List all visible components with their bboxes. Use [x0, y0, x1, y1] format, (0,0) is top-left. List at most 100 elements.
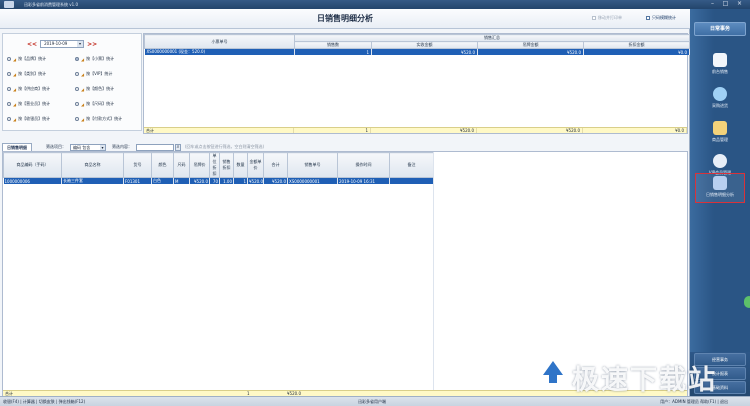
stat-option[interactable]: ◢ 按【尺码】统计	[75, 101, 143, 107]
filter-hint: (回车或点击按钮进行筛选，空白则清空筛选)	[185, 144, 265, 149]
stat-option[interactable]: ◢ 按【小票】统计	[75, 56, 143, 62]
summary-grid[interactable]: 小票单号 销售汇总 销售数 实收金额 吊牌金额 折扣金额 XS000000000…	[143, 33, 690, 134]
radio-icon[interactable]	[75, 72, 79, 76]
detail-col-header[interactable]: 单位折扣	[209, 152, 220, 178]
radio-icon[interactable]	[7, 57, 11, 61]
statusbar-shortcuts[interactable]: 收银(F4) | 计算器 | 切换皮肤 | 弹出钱箱(F12)	[3, 397, 85, 406]
stat-option-label: 按【颜色】统计	[86, 86, 115, 91]
summary-group-header: 销售汇总	[294, 34, 690, 42]
statusbar-user[interactable]: 用户：ADMIN 管理员 帮助(F1) | 退出	[660, 397, 728, 406]
export-checkbox[interactable]	[646, 16, 650, 20]
detail-col-header[interactable]: 尺码	[173, 152, 190, 178]
sidebar-item-pos-sales[interactable]: 前台销售	[697, 53, 743, 79]
minimize-icon[interactable]: –	[708, 1, 717, 7]
summary-qty-cell: 1	[294, 48, 372, 55]
stat-option[interactable]: ◢ 按【营业员】统计	[7, 101, 75, 107]
window-title: 迅彩多省前消费管理系统 v1.0	[24, 2, 78, 7]
sidebar-toggle-icon[interactable]	[744, 296, 750, 308]
next-day-button[interactable]: >>	[87, 41, 97, 48]
detail-unit-price-cell: ¥520.0	[247, 177, 264, 184]
filter-item-label: 筛选项目：	[46, 144, 66, 149]
radio-icon[interactable]	[75, 87, 79, 91]
stat-option-label: 按【供应商】统计	[18, 86, 51, 91]
summary-col-header[interactable]: 吊牌金额	[477, 41, 584, 49]
sidebar-item-products[interactable]: 商品管理	[697, 121, 743, 147]
grid-border	[433, 152, 434, 396]
detail-col-header[interactable]: 销售单号	[287, 152, 338, 178]
stat-option[interactable]: ◢ 按【付款方式】统计	[75, 116, 143, 122]
export-label: 只码模糊统计	[652, 15, 676, 20]
date-input[interactable]: 2019-10-09 ▾	[40, 40, 85, 48]
detail-col-header[interactable]: 货号	[123, 152, 152, 178]
detail-unit-disc-cell: 70	[209, 177, 220, 184]
filter-panel: << 2019-10-09 ▾ >> ◢ 按【品牌】统计 ◢ 按【小票】统计 ◢ 按【…	[2, 33, 142, 131]
filter-item-select[interactable]: 编码 包含 ▾	[70, 143, 106, 151]
chart-icon: ◢	[13, 86, 17, 92]
detail-col-header[interactable]: 合计	[263, 152, 288, 178]
radio-icon[interactable]	[7, 72, 11, 76]
radio-icon[interactable]	[7, 102, 11, 106]
detail-color-cell: 白色	[151, 177, 174, 184]
sidebar-item-purchasing[interactable]: 采购进货	[697, 87, 743, 113]
sidebar: 日常事务 前台销售 采购进货 商品管理 VIP会员管理 日销售明细分析 经营事务…	[690, 9, 750, 396]
tab-daily-detail[interactable]: 日销售明细	[2, 143, 32, 151]
app-logo-icon	[4, 1, 14, 8]
radio-icon[interactable]	[75, 117, 79, 121]
prev-day-button[interactable]: <<	[27, 41, 37, 48]
stat-option[interactable]: ◢ 按【颜色】统计	[75, 86, 143, 92]
sidebar-item-label: 前台销售	[712, 69, 728, 74]
chart-icon: ◢	[81, 86, 85, 92]
detail-col-header[interactable]: 操作时间	[337, 152, 390, 178]
summary-row[interactable]: XS0000000001 (现金：520.0) 1 ¥520.0 ¥520.0 …	[144, 48, 690, 55]
calendar-dropdown-icon[interactable]: ▾	[77, 41, 84, 47]
print-preview-checkbox[interactable]	[592, 16, 596, 20]
detail-note-cell	[389, 177, 434, 184]
detail-code-cell: 1000000006	[3, 177, 62, 184]
print-preview-link[interactable]: 移动并打印单	[592, 15, 622, 21]
detail-col-header[interactable]: 数量	[233, 152, 248, 178]
stat-mode-options: ◢ 按【品牌】统计 ◢ 按【小票】统计 ◢ 按【类别】统计 ◢ 按【VIP】统计 ◢ 按【…	[7, 56, 143, 122]
summary-total-row: 合计 1 ¥520.0 ¥520.0 ¥0.0	[144, 127, 687, 133]
stat-option[interactable]: ◢ 按【VIP】统计	[75, 71, 143, 77]
detail-col-header[interactable]: 备注	[389, 152, 434, 178]
detail-col-header[interactable]: 颜色	[151, 152, 174, 178]
filter-content-input[interactable]	[136, 143, 174, 151]
filter-item-value: 编码 包含	[73, 144, 91, 150]
stat-option[interactable]: ◢ 按【收银员】统计	[7, 116, 75, 122]
detail-row[interactable]: 1000000006 长袖三件套 F01301 白色 M ¥520.0 70 1…	[3, 177, 434, 184]
detail-qty-cell: 1	[233, 177, 248, 184]
stat-option-label: 按【收银员】统计	[18, 116, 51, 121]
radio-icon[interactable]	[75, 102, 79, 106]
detail-total-cell: ¥520.0	[263, 177, 288, 184]
summary-col-header[interactable]: 折扣金额	[583, 41, 690, 49]
summary-col-header[interactable]: 实收金额	[371, 41, 478, 49]
maximize-icon[interactable]: □	[721, 1, 730, 7]
radio-icon[interactable]	[75, 57, 79, 61]
detail-time-cell: 2019-10-09 16:31	[337, 177, 390, 184]
stat-option[interactable]: ◢ 按【供应商】统计	[7, 86, 75, 92]
vip-card-icon	[713, 154, 727, 168]
detail-col-header[interactable]: 吊牌价	[189, 152, 210, 178]
detail-col-header[interactable]: 商品编码（手码）	[3, 152, 62, 178]
detail-col-header[interactable]: 商品名称	[61, 152, 124, 178]
summary-col-header[interactable]: 销售数	[294, 41, 372, 49]
filter-content-label: 筛选内容：	[112, 144, 132, 149]
summary-actual-cell: ¥520.0	[371, 48, 478, 55]
sidebar-item-label: 商品管理	[712, 137, 728, 142]
stat-option[interactable]: ◢ 按【品牌】统计	[7, 56, 75, 62]
chevron-down-icon[interactable]: ▾	[100, 144, 105, 150]
search-icon: ⌕	[176, 143, 180, 150]
search-button[interactable]: ⌕	[175, 143, 181, 151]
stat-option[interactable]: ◢ 按【类别】统计	[7, 71, 75, 77]
detail-col-header[interactable]: 销售折扣	[219, 152, 234, 178]
export-link[interactable]: 只码模糊统计	[646, 15, 676, 21]
sidebar-header-daily[interactable]: 日常事务	[694, 22, 746, 36]
chart-icon: ◢	[13, 101, 17, 107]
radio-icon[interactable]	[7, 87, 11, 91]
sidebar-item-daily-sales-detail[interactable]: 日销售明细分析	[695, 173, 745, 203]
summary-ticket-header[interactable]: 小票单号	[144, 34, 295, 49]
detail-sku-cell: F01301	[123, 177, 152, 184]
radio-icon[interactable]	[7, 117, 11, 121]
detail-col-header[interactable]: 金额单价	[247, 152, 264, 178]
close-icon[interactable]: ×	[735, 1, 744, 7]
